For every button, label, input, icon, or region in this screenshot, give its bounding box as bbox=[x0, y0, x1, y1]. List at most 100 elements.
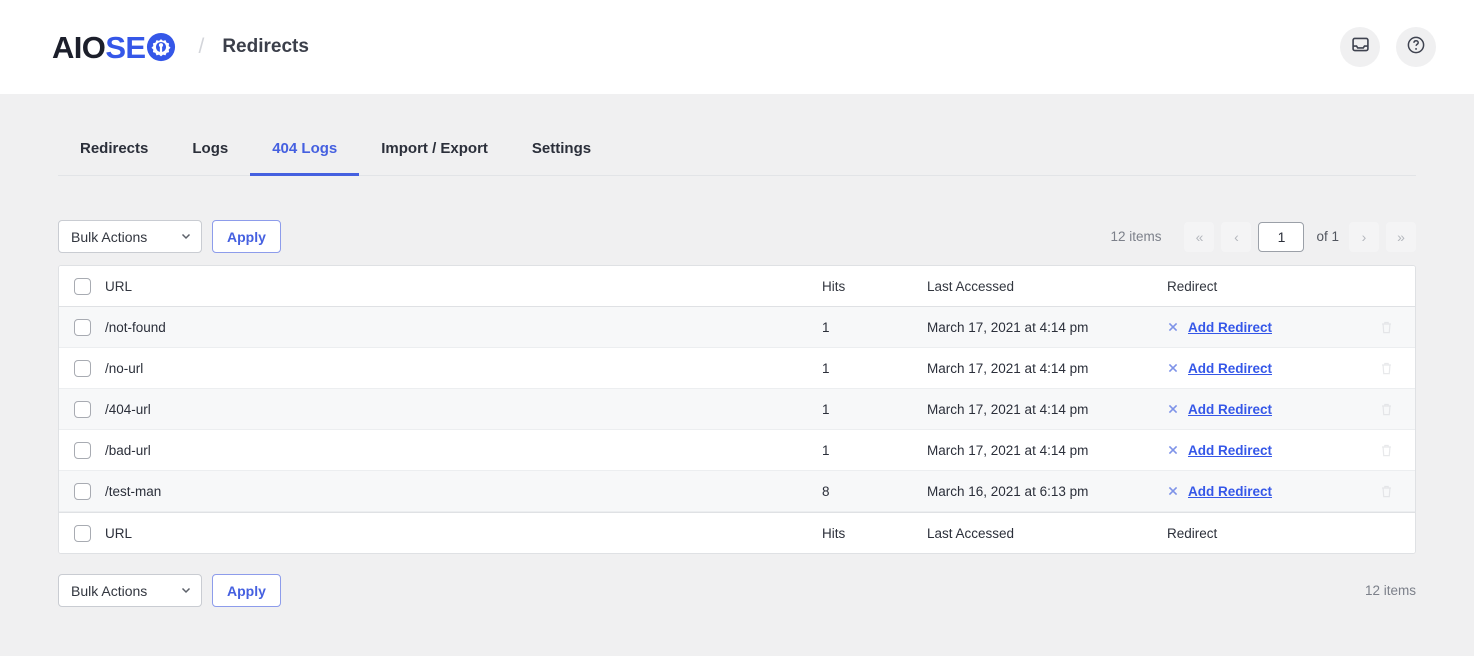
table-row[interactable]: /404-url 1 March 17, 2021 at 4:14 pm Add… bbox=[59, 389, 1415, 430]
add-redirect-link[interactable]: Add Redirect bbox=[1188, 443, 1272, 458]
row-last-accessed: March 17, 2021 at 4:14 pm bbox=[927, 442, 1089, 458]
select-all-checkbox-top[interactable] bbox=[74, 277, 91, 295]
help-button[interactable] bbox=[1396, 27, 1436, 67]
logo-text-seo: SE bbox=[105, 29, 146, 65]
breadcrumb-separator: / bbox=[198, 35, 205, 58]
row-redirect-cell: Add Redirect bbox=[1167, 320, 1357, 335]
row-select-cell bbox=[59, 482, 103, 500]
row-last-accessed: March 17, 2021 at 4:14 pm bbox=[927, 401, 1089, 417]
page-title: Redirects bbox=[222, 36, 309, 57]
row-checkbox[interactable] bbox=[74, 318, 91, 336]
aioseo-logo: AIO SE bbox=[52, 32, 176, 63]
column-footer-redirect[interactable]: Redirect bbox=[1167, 526, 1357, 541]
table-row[interactable]: /not-found 1 March 17, 2021 at 4:14 pm A… bbox=[59, 307, 1415, 348]
table-header-row: URL Hits Last Accessed Redirect bbox=[59, 266, 1415, 307]
row-hits: 8 bbox=[822, 483, 830, 499]
row-url: /no-url bbox=[105, 360, 144, 376]
row-url: /test-man bbox=[105, 483, 162, 499]
question-circle-icon bbox=[1406, 35, 1426, 60]
trash-icon[interactable] bbox=[1380, 320, 1393, 335]
apply-button-top[interactable]: Apply bbox=[212, 220, 281, 253]
row-redirect-cell: Add Redirect bbox=[1167, 361, 1357, 376]
column-header-hits[interactable]: Hits bbox=[822, 279, 927, 294]
row-last-accessed: March 17, 2021 at 4:14 pm bbox=[927, 360, 1089, 376]
content-card: Redirects Logs 404 Logs Import / Export … bbox=[30, 94, 1444, 607]
row-checkbox[interactable] bbox=[74, 359, 91, 377]
row-redirect-cell: Add Redirect bbox=[1167, 443, 1357, 458]
row-delete-cell bbox=[1357, 320, 1415, 335]
notifications-button[interactable] bbox=[1340, 27, 1380, 67]
select-all-cell-bottom bbox=[59, 524, 103, 542]
row-redirect-cell: Add Redirect bbox=[1167, 402, 1357, 417]
trash-icon[interactable] bbox=[1380, 402, 1393, 417]
next-page-button[interactable]: › bbox=[1349, 221, 1379, 252]
trash-icon[interactable] bbox=[1380, 443, 1393, 458]
inbox-icon bbox=[1351, 35, 1370, 59]
trash-icon[interactable] bbox=[1380, 361, 1393, 376]
tab-logs[interactable]: Logs bbox=[170, 130, 250, 176]
close-icon[interactable] bbox=[1167, 403, 1179, 415]
close-icon[interactable] bbox=[1167, 362, 1179, 374]
chevron-down-icon bbox=[180, 583, 192, 599]
pagination-item-count: 12 items bbox=[1110, 229, 1162, 244]
first-page-button[interactable]: « bbox=[1184, 221, 1215, 252]
tab-import-export[interactable]: Import / Export bbox=[359, 130, 510, 176]
tab-settings[interactable]: Settings bbox=[510, 130, 613, 176]
select-all-cell bbox=[59, 277, 103, 295]
row-checkbox[interactable] bbox=[74, 441, 91, 459]
row-delete-cell bbox=[1357, 443, 1415, 458]
trash-icon[interactable] bbox=[1380, 484, 1393, 499]
apply-button-bottom[interactable]: Apply bbox=[212, 574, 281, 607]
tab-bar: Redirects Logs 404 Logs Import / Export … bbox=[58, 94, 1416, 176]
row-hits: 1 bbox=[822, 401, 830, 417]
pagination: 12 items « ‹ of 1 › » bbox=[1110, 221, 1416, 252]
row-redirect-cell: Add Redirect bbox=[1167, 484, 1357, 499]
last-page-button[interactable]: » bbox=[1386, 221, 1416, 252]
table-toolbar-bottom: Bulk Actions Apply 12 items bbox=[58, 554, 1416, 607]
row-select-cell bbox=[59, 318, 103, 336]
column-footer-last-accessed[interactable]: Last Accessed bbox=[927, 526, 1167, 541]
row-checkbox[interactable] bbox=[74, 400, 91, 418]
row-delete-cell bbox=[1357, 361, 1415, 376]
row-select-cell bbox=[59, 441, 103, 459]
table-row[interactable]: /test-man 8 March 16, 2021 at 6:13 pm Ad… bbox=[59, 471, 1415, 512]
close-icon[interactable] bbox=[1167, 321, 1179, 333]
table-row[interactable]: /no-url 1 March 17, 2021 at 4:14 pm Add … bbox=[59, 348, 1415, 389]
add-redirect-link[interactable]: Add Redirect bbox=[1188, 484, 1272, 499]
close-icon[interactable] bbox=[1167, 444, 1179, 456]
row-last-accessed: March 17, 2021 at 4:14 pm bbox=[927, 319, 1089, 335]
select-all-checkbox-bottom[interactable] bbox=[74, 524, 91, 542]
row-select-cell bbox=[59, 359, 103, 377]
table-row[interactable]: /bad-url 1 March 17, 2021 at 4:14 pm Add… bbox=[59, 430, 1415, 471]
prev-page-button[interactable]: ‹ bbox=[1221, 221, 1252, 252]
row-hits: 1 bbox=[822, 319, 830, 335]
bulk-actions-select[interactable]: Bulk Actions bbox=[58, 220, 202, 253]
column-header-redirect[interactable]: Redirect bbox=[1167, 279, 1357, 294]
close-icon[interactable] bbox=[1167, 485, 1179, 497]
page-body: Redirects Logs 404 Logs Import / Export … bbox=[0, 94, 1474, 607]
tab-redirects[interactable]: Redirects bbox=[58, 130, 170, 176]
current-page-input[interactable] bbox=[1258, 221, 1305, 252]
add-redirect-link[interactable]: Add Redirect bbox=[1188, 361, 1272, 376]
add-redirect-link[interactable]: Add Redirect bbox=[1188, 402, 1272, 417]
column-header-url[interactable]: URL bbox=[103, 279, 822, 294]
column-header-last-accessed[interactable]: Last Accessed bbox=[927, 279, 1167, 294]
row-hits: 1 bbox=[822, 360, 830, 376]
bulk-actions-select-bottom[interactable]: Bulk Actions bbox=[58, 574, 202, 607]
add-redirect-link[interactable]: Add Redirect bbox=[1188, 320, 1272, 335]
bulk-actions-value: Bulk Actions bbox=[71, 228, 148, 245]
row-delete-cell bbox=[1357, 484, 1415, 499]
column-footer-hits[interactable]: Hits bbox=[822, 526, 927, 541]
row-url: /not-found bbox=[105, 319, 166, 335]
column-footer-url[interactable]: URL bbox=[103, 526, 822, 541]
row-delete-cell bbox=[1357, 402, 1415, 417]
bulk-actions-value-bottom: Bulk Actions bbox=[71, 582, 148, 599]
footer-item-count: 12 items bbox=[1364, 583, 1416, 598]
logo-text-aio: AIO bbox=[52, 29, 106, 65]
row-url: /404-url bbox=[105, 401, 151, 417]
brand[interactable]: AIO SE bbox=[52, 32, 176, 63]
logs-table: URL Hits Last Accessed Redirect /not-fou… bbox=[58, 265, 1416, 554]
row-checkbox[interactable] bbox=[74, 482, 91, 500]
row-url: /bad-url bbox=[105, 442, 151, 458]
tab-404-logs[interactable]: 404 Logs bbox=[250, 130, 360, 176]
